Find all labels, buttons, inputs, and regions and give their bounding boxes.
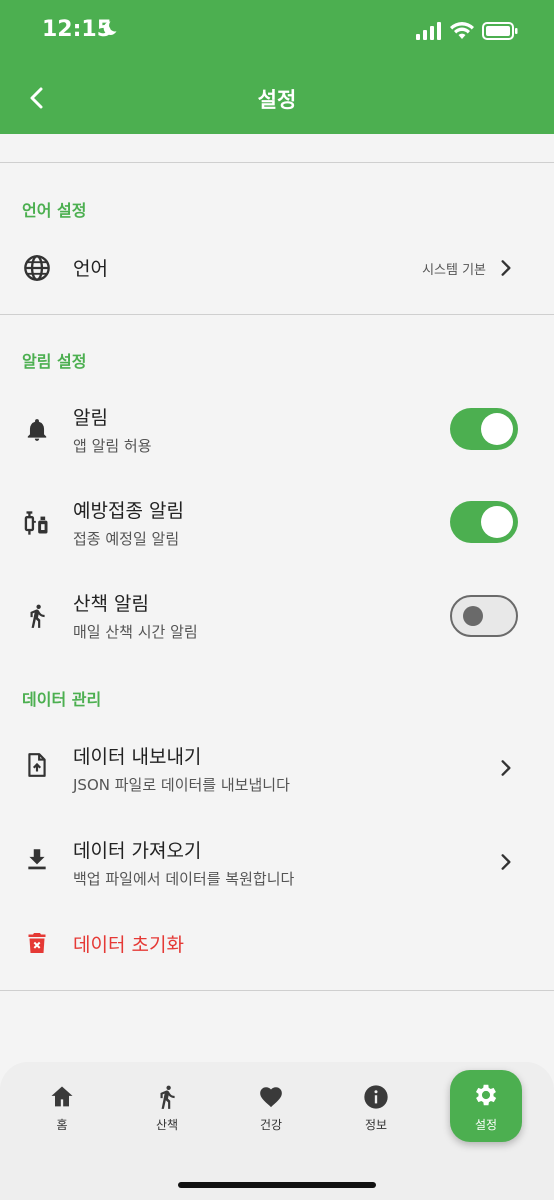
section-title-language: 언어 설정 [22, 201, 87, 220]
alarm-toggle[interactable] [450, 408, 518, 450]
import-subtitle: 백업 파일에서 데이터를 복원합니다 [73, 870, 295, 888]
walk-icon [22, 601, 52, 631]
status-icons [416, 22, 518, 44]
import-title: 데이터 가져오기 [73, 840, 202, 862]
chevron-right-icon [501, 854, 511, 870]
divider [0, 990, 554, 991]
toggle-knob [481, 413, 513, 445]
vaccination-row: 예방접종 알림 접종 예정일 알림 [0, 488, 554, 568]
info-icon [336, 1082, 416, 1112]
nav-item-walk[interactable]: 산책 [127, 1082, 207, 1133]
language-label: 언어 [73, 258, 108, 280]
status-bar: 12:15 [0, 0, 554, 62]
battery-icon [482, 22, 518, 44]
alarm-row: 알림 앱 알림 허용 [0, 395, 554, 475]
walk-subtitle: 매일 산책 시간 알림 [73, 623, 198, 641]
wifi-icon [450, 22, 474, 44]
section-title-notifications: 알림 설정 [22, 352, 87, 371]
chevron-right-icon [501, 760, 511, 776]
chevron-right-icon [501, 260, 511, 276]
nav-label: 산책 [155, 1118, 179, 1132]
language-row[interactable]: 언어 시스템 기본 [0, 238, 554, 298]
alarm-title: 알림 [73, 407, 108, 429]
alarm-subtitle: 앱 알림 허용 [73, 437, 152, 455]
language-value: 시스템 기본 [422, 263, 486, 278]
home-indicator [178, 1182, 376, 1188]
signal-icon [416, 22, 442, 44]
download-icon [22, 844, 52, 874]
divider [0, 314, 554, 315]
gear-icon [450, 1080, 522, 1110]
import-row[interactable]: 데이터 가져오기 백업 파일에서 데이터를 복원합니다 [0, 822, 554, 902]
vaccination-title: 예방접종 알림 [73, 500, 184, 522]
bottom-nav: 홈 산책 건강 정보 설정 [0, 1062, 554, 1200]
walk-icon [127, 1082, 207, 1112]
home-icon [22, 1082, 102, 1112]
vaccination-toggle[interactable] [450, 501, 518, 543]
reset-title: 데이터 초기화 [73, 934, 184, 956]
walk-toggle[interactable] [450, 595, 518, 637]
nav-label: 홈 [56, 1118, 68, 1132]
moon-icon [100, 20, 118, 42]
export-title: 데이터 내보내기 [73, 746, 202, 768]
toggle-knob [481, 506, 513, 538]
nav-label: 건강 [259, 1118, 283, 1132]
nav-item-health[interactable]: 건강 [231, 1082, 311, 1133]
export-subtitle: JSON 파일로 데이터를 내보냅니다 [73, 776, 290, 794]
toggle-knob [463, 605, 483, 626]
section-title-data: 데이터 관리 [22, 690, 102, 709]
nav-item-info[interactable]: 정보 [336, 1082, 416, 1133]
nav-label: 정보 [364, 1118, 388, 1132]
nav-label: 설정 [474, 1118, 498, 1132]
app-bar: 설정 [0, 62, 554, 134]
nav-item-home[interactable]: 홈 [22, 1082, 102, 1133]
page-title: 설정 [257, 88, 297, 112]
delete-forever-icon [22, 928, 52, 958]
file-upload-icon [22, 750, 52, 780]
nav-item-settings[interactable]: 설정 [450, 1070, 522, 1142]
reset-row[interactable]: 데이터 초기화 [0, 916, 554, 970]
divider [0, 162, 554, 163]
globe-icon [22, 253, 52, 283]
export-row[interactable]: 데이터 내보내기 JSON 파일로 데이터를 내보냅니다 [0, 728, 554, 808]
walk-row: 산책 알림 매일 산책 시간 알림 [0, 581, 554, 661]
heart-icon [231, 1082, 311, 1112]
bell-icon [22, 415, 52, 445]
walk-title: 산책 알림 [73, 593, 149, 615]
vaccination-subtitle: 접종 예정일 알림 [73, 530, 180, 548]
vaccine-icon [22, 508, 52, 538]
